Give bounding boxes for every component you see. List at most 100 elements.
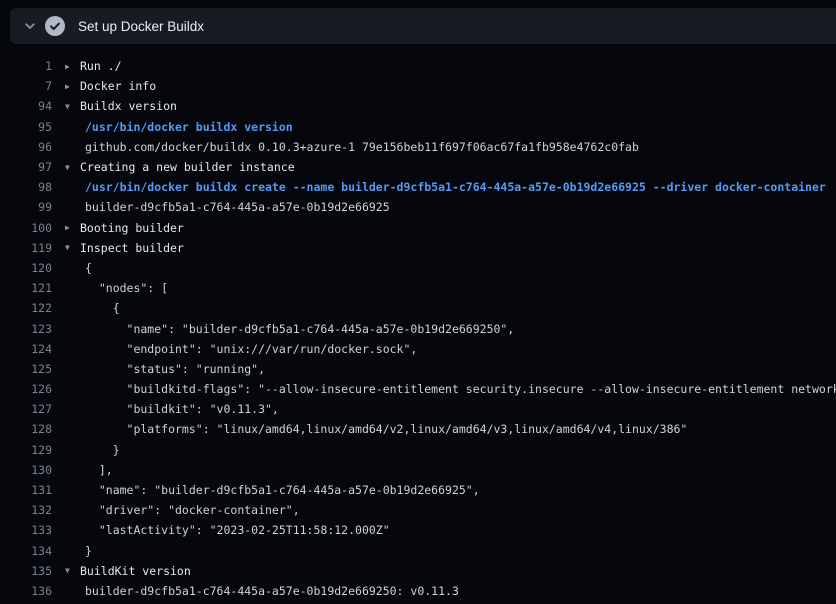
log-line: 94 ▼Buildx version [0,96,836,116]
log-entry: "buildkit": "v0.11.3", [65,402,279,416]
log-text: "buildkit": "v0.11.3", [85,402,279,416]
log-text: "name": "builder-d9cfb5a1-c764-445a-a57e… [85,483,480,497]
log-line: 136 builder-d9cfb5a1-c764-445a-a57e-0b19d… [0,581,836,601]
line-number[interactable]: 129 [0,443,52,457]
chevron-down-icon[interactable] [18,14,42,38]
line-number[interactable]: 135 [0,564,52,578]
log-text: builder-d9cfb5a1-c764-445a-a57e-0b19d2e6… [85,200,390,214]
log-group-toggle[interactable]: ▼BuildKit version [65,564,191,578]
log-line: 96 github.com/docker/buildx 0.10.3+azure-… [0,137,836,157]
line-number[interactable]: 120 [0,261,52,275]
line-number[interactable]: 119 [0,241,52,255]
log-line: 7 ▶Docker info [0,76,836,96]
log-line: 126 "buildkitd-flags": "--allow-insecure… [0,379,836,399]
log-line: 133 "lastActivity": "2023-02-25T11:58:12… [0,520,836,540]
line-number[interactable]: 136 [0,584,52,598]
line-number[interactable]: 127 [0,402,52,416]
log-entry: "status": "running", [65,362,265,376]
log-entry: "name": "builder-d9cfb5a1-c764-445a-a57e… [65,483,480,497]
log-group-toggle[interactable]: ▶Run ./ [65,59,122,73]
log-line: 127 "buildkit": "v0.11.3", [0,399,836,419]
log-line: 120 { [0,258,836,278]
log-text: "driver": "docker-container", [85,503,300,517]
log-line: 98/usr/bin/docker buildx create --name b… [0,177,836,197]
log-group-toggle[interactable]: ▶Docker info [65,79,156,93]
log-group-toggle[interactable]: ▼Creating a new builder instance [65,160,295,174]
triangle-down-icon: ▼ [65,243,80,252]
log-entry: "driver": "docker-container", [65,503,300,517]
log-text: "nodes": [ [85,281,168,295]
step-header[interactable]: Set up Docker Buildx [10,8,836,44]
line-number[interactable]: 132 [0,503,52,517]
log-group-toggle[interactable]: ▶Booting builder [65,221,184,235]
log-line: 99 builder-d9cfb5a1-c764-445a-a57e-0b19d2… [0,197,836,217]
log-text: { [85,261,92,275]
line-number[interactable]: 7 [0,79,52,93]
line-number[interactable]: 134 [0,544,52,558]
log-entry: "name": "builder-d9cfb5a1-c764-445a-a57e… [65,322,514,336]
log-line: 123 "name": "builder-d9cfb5a1-c764-445a-… [0,318,836,338]
log-line: 95/usr/bin/docker buildx version [0,117,836,137]
log-entry: /usr/bin/docker buildx version [65,120,293,134]
triangle-down-icon: ▼ [65,566,80,575]
log-text: ], [85,463,113,477]
log-text: "lastActivity": "2023-02-25T11:58:12.000… [85,523,390,537]
line-number[interactable]: 130 [0,463,52,477]
log-text: "name": "builder-d9cfb5a1-c764-445a-a57e… [85,322,514,336]
log-text: builder-d9cfb5a1-c764-445a-a57e-0b19d2e6… [85,584,459,598]
log-text: } [85,443,120,457]
log-line: 135 ▼BuildKit version [0,561,836,581]
log-entry: } [65,443,120,457]
log-text: Creating a new builder instance [80,160,295,174]
log-line: 131 "name": "builder-d9cfb5a1-c764-445a-… [0,480,836,500]
line-number[interactable]: 97 [0,160,52,174]
log-entry: "platforms": "linux/amd64,linux/amd64/v2… [65,422,687,436]
log-text: /usr/bin/docker buildx create --name bui… [85,180,826,194]
line-number[interactable]: 1 [0,59,52,73]
log-entry: { [65,301,120,315]
log-text: Inspect builder [80,241,184,255]
line-number[interactable]: 124 [0,342,52,356]
log-text: { [85,301,120,315]
check-circle-icon [45,16,65,36]
triangle-down-icon: ▼ [65,163,80,172]
line-number[interactable]: 121 [0,281,52,295]
line-number[interactable]: 94 [0,99,52,113]
line-number[interactable]: 95 [0,120,52,134]
log-text: Run ./ [80,59,122,73]
step-title: Set up Docker Buildx [78,19,204,34]
log-text: /usr/bin/docker buildx version [85,120,293,134]
log-line: 132 "driver": "docker-container", [0,500,836,520]
log-line: 1 ▶Run ./ [0,56,836,76]
log-text: Buildx version [80,99,177,113]
log-entry: "endpoint": "unix:///var/run/docker.sock… [65,342,417,356]
line-number[interactable]: 98 [0,180,52,194]
log-text: Docker info [80,79,156,93]
log-entry: github.com/docker/buildx 0.10.3+azure-1 … [65,140,639,154]
line-number[interactable]: 123 [0,322,52,336]
line-number[interactable]: 126 [0,382,52,396]
line-number[interactable]: 96 [0,140,52,154]
log-entry: "buildkitd-flags": "--allow-insecure-ent… [65,382,836,396]
triangle-right-icon: ▶ [65,82,80,91]
log-lines: 1▶Run ./7▶Docker info94▼Buildx version95… [0,46,836,601]
log-line: 125 "status": "running", [0,359,836,379]
log-line: 100 ▶Booting builder [0,218,836,238]
line-number[interactable]: 128 [0,422,52,436]
log-text: BuildKit version [80,564,191,578]
log-entry: "nodes": [ [65,281,168,295]
line-number[interactable]: 100 [0,221,52,235]
log-text: "platforms": "linux/amd64,linux/amd64/v2… [85,422,687,436]
line-number[interactable]: 122 [0,301,52,315]
log-text: github.com/docker/buildx 0.10.3+azure-1 … [85,140,639,154]
log-line: 128 "platforms": "linux/amd64,linux/amd6… [0,419,836,439]
line-number[interactable]: 133 [0,523,52,537]
log-text: "status": "running", [85,362,265,376]
line-number[interactable]: 99 [0,200,52,214]
log-group-toggle[interactable]: ▼Buildx version [65,99,177,113]
triangle-right-icon: ▶ [65,223,80,232]
log-entry: builder-d9cfb5a1-c764-445a-a57e-0b19d2e6… [65,584,459,598]
line-number[interactable]: 125 [0,362,52,376]
log-group-toggle[interactable]: ▼Inspect builder [65,241,184,255]
line-number[interactable]: 131 [0,483,52,497]
